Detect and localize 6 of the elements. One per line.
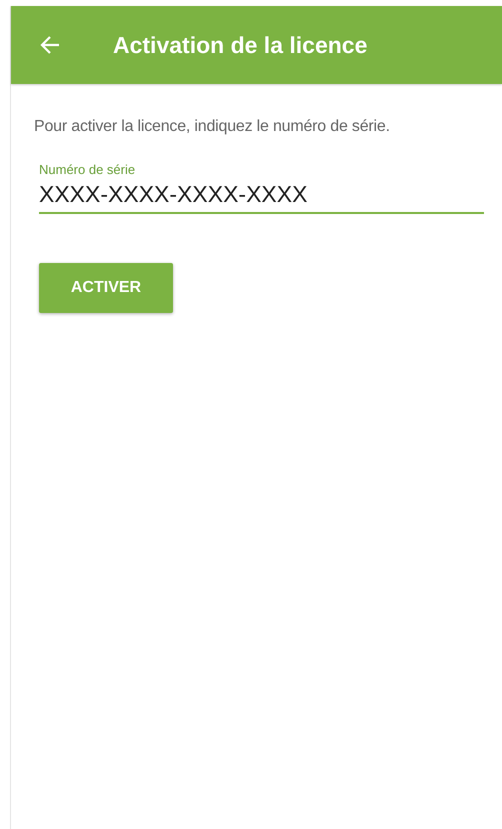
instructions-text: Pour activer la licence, indiquez le numéro de série. [34,118,391,136]
back-button[interactable] [39,34,61,56]
serial-number-field[interactable]: XXXX-XXXX-XXXX-XXXX [39,177,484,214]
back-arrow-icon [39,34,61,56]
field-label: Numéro de série [39,162,136,177]
screen-title: Activation de la licence [113,32,368,58]
